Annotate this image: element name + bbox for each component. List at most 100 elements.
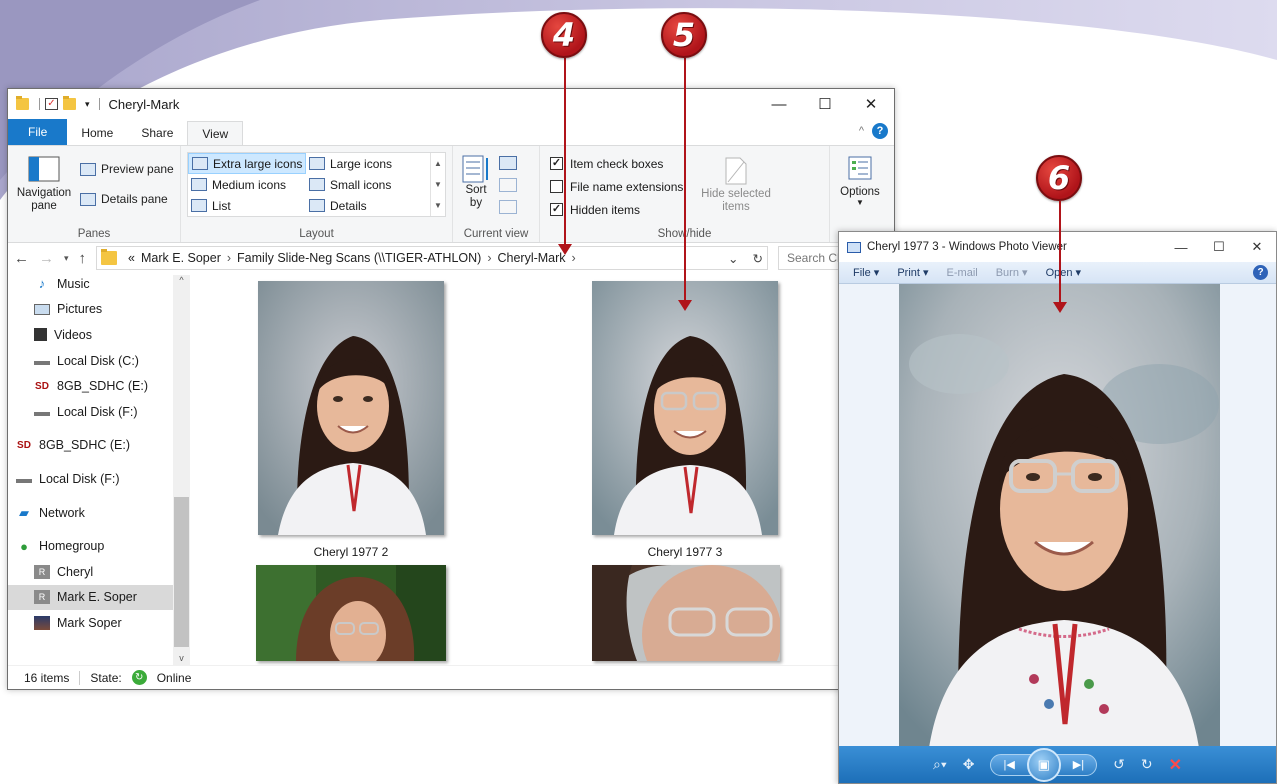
file-name-extensions-toggle[interactable]: File name extensions [550, 175, 696, 198]
tab-share[interactable]: Share [127, 121, 187, 145]
size-columns-icon[interactable] [499, 200, 517, 214]
chevron-down-icon[interactable]: ▼ [434, 180, 442, 189]
music-icon: ♪ [38, 276, 46, 292]
slideshow-button[interactable]: ▣ [1026, 747, 1061, 782]
collapse-ribbon-icon[interactable]: ^ [859, 125, 864, 137]
previous-icon[interactable]: |◀ [995, 758, 1022, 771]
add-columns-icon[interactable] [499, 178, 517, 192]
viewer-minimize-button[interactable]: — [1162, 232, 1200, 262]
nav-item-local-disk-f-root[interactable]: Local Disk (F:) [16, 466, 190, 492]
maximize-button[interactable]: ☐ [802, 89, 848, 119]
close-button[interactable]: ✕ [848, 89, 894, 119]
address-dropdown-icon[interactable]: ⌄ [728, 251, 738, 266]
viewer-close-button[interactable]: ✕ [1238, 232, 1276, 262]
viewer-menu-open[interactable]: Open ▾ [1046, 266, 1082, 279]
rotate-clockwise-icon[interactable]: ↻ [1141, 756, 1153, 773]
layout-scroll[interactable]: ▲ ▼ ▼ [430, 153, 445, 216]
viewer-title-bar: Cheryl 1977 3 - Windows Photo Viewer — ☐… [839, 232, 1276, 262]
viewer-maximize-button[interactable]: ☐ [1200, 232, 1238, 262]
nav-item-pictures[interactable]: Pictures [34, 297, 190, 323]
file-item[interactable]: Cheryl 1977 2 [258, 281, 444, 559]
options-button[interactable]: Options ▼ [836, 150, 884, 207]
breadcrumb-separator[interactable]: › [487, 251, 491, 265]
checkbox[interactable]: ✓ [550, 157, 563, 170]
breadcrumb-separator[interactable]: › [227, 251, 231, 265]
callout-5: 5 [661, 12, 707, 58]
layout-large-icons[interactable]: Large icons [306, 153, 424, 174]
layout-extra-large-icons[interactable]: Extra large icons [188, 153, 306, 174]
layout-list[interactable]: List [188, 195, 306, 216]
nav-label: 8GB_SDHC (E:) [57, 379, 148, 394]
item-check-boxes-toggle[interactable]: ✓ Item check boxes [550, 152, 696, 175]
checkbox[interactable]: ✓ [550, 203, 563, 216]
rotate-counterclockwise-icon[interactable]: ↺ [1113, 756, 1125, 773]
zoom-icon[interactable]: ⌕▾ [933, 756, 947, 773]
nav-scrollbar[interactable]: ^ v [173, 275, 190, 665]
status-bar: 16 items State: ↻ Online [8, 665, 894, 689]
scroll-up-icon[interactable]: ^ [173, 275, 190, 285]
address-field[interactable]: « Mark E. Soper › Family Slide-Neg Scans… [96, 246, 768, 270]
viewer-stage [839, 284, 1276, 748]
viewer-menu-print[interactable]: Print ▾ [897, 266, 928, 279]
file-item[interactable] [256, 565, 446, 661]
viewer-menu-email[interactable]: E-mail [947, 267, 978, 279]
layout-small-icons[interactable]: Small icons [306, 174, 424, 195]
breadcrumb-item[interactable]: Family Slide-Neg Scans (\\TIGER-ATHLON) [237, 251, 481, 265]
minimize-button[interactable]: — [756, 89, 802, 119]
qat-dropdown-icon[interactable]: ▾ [85, 99, 90, 110]
scroll-down-icon[interactable]: v [173, 653, 190, 663]
nav-item-sdhc-e-root[interactable]: SD 8GB_SDHC (E:) [16, 433, 190, 459]
back-arrow-icon[interactable]: ← [14, 250, 29, 267]
viewer-menu-file[interactable]: File ▾ [853, 266, 879, 279]
chevron-up-icon[interactable]: ▲ [434, 159, 442, 168]
details-pane-button[interactable]: Details pane [80, 188, 174, 210]
nav-item-videos[interactable]: Videos [34, 322, 190, 348]
file-item[interactable]: Cheryl 1977 3 [592, 281, 778, 559]
layout-label: Large icons [330, 156, 393, 171]
nav-item-mark-e-soper[interactable]: R Mark E. Soper [8, 584, 190, 611]
nav-item-music[interactable]: ♪ Music [34, 275, 190, 297]
nav-item-network[interactable]: ▰ Network [16, 500, 190, 526]
address-overflow[interactable]: « [128, 251, 135, 265]
hidden-items-toggle[interactable]: ✓ Hidden items [550, 198, 696, 221]
breadcrumb-item[interactable]: Cheryl-Mark [497, 251, 565, 265]
checkbox[interactable] [550, 180, 563, 193]
nav-item-cheryl[interactable]: R Cheryl [34, 559, 190, 585]
help-icon[interactable]: ? [872, 123, 888, 139]
refresh-icon[interactable]: ↻ [753, 251, 763, 266]
tab-home[interactable]: Home [67, 121, 127, 145]
next-icon[interactable]: ▶| [1065, 758, 1092, 771]
layout-medium-icons[interactable]: Medium icons [188, 174, 306, 195]
layout-details[interactable]: Details [306, 195, 424, 216]
recent-locations-icon[interactable]: ▾ [64, 253, 69, 264]
nav-item-local-disk-f[interactable]: Local Disk (F:) [34, 399, 190, 425]
viewer-menu-burn[interactable]: Burn ▾ [996, 266, 1028, 279]
nav-item-local-disk-c[interactable]: Local Disk (C:) [34, 348, 190, 374]
preview-pane-button[interactable]: Preview pane [80, 158, 174, 180]
forward-arrow-icon[interactable]: → [39, 250, 54, 267]
viewer-help-icon[interactable]: ? [1253, 265, 1268, 280]
new-folder-icon[interactable] [63, 96, 76, 110]
sync-online-icon: ↻ [131, 670, 147, 685]
tab-view[interactable]: View [187, 121, 244, 145]
actual-size-icon[interactable]: ✥ [963, 756, 975, 773]
nav-label: 8GB_SDHC (E:) [39, 438, 130, 453]
nav-label: Pictures [57, 302, 103, 317]
navigation-pane: ♪ Music Pictures Videos Local Disk (C:) S… [8, 275, 190, 665]
delete-icon[interactable]: ✕ [1169, 755, 1182, 775]
nav-item-homegroup[interactable]: ● Homegroup [16, 533, 190, 559]
state-value: Online [156, 670, 192, 685]
expand-gallery-icon[interactable]: ▼ [434, 201, 442, 210]
tab-file[interactable]: File [8, 119, 68, 145]
scroll-thumb[interactable] [174, 497, 189, 647]
breadcrumb-item[interactable]: Mark E. Soper [141, 251, 221, 265]
breadcrumb-separator[interactable]: › [572, 251, 576, 265]
group-by-icon[interactable] [499, 156, 517, 170]
file-item[interactable] [592, 565, 780, 661]
properties-icon[interactable]: ✓ [45, 98, 58, 110]
separator [98, 98, 100, 110]
up-arrow-icon[interactable]: ↑ [79, 250, 87, 267]
nav-item-mark-soper[interactable]: Mark Soper [34, 610, 190, 636]
nav-item-sdhc-e[interactable]: SD 8GB_SDHC (E:) [34, 373, 190, 399]
menu-label: Burn [995, 267, 1019, 279]
